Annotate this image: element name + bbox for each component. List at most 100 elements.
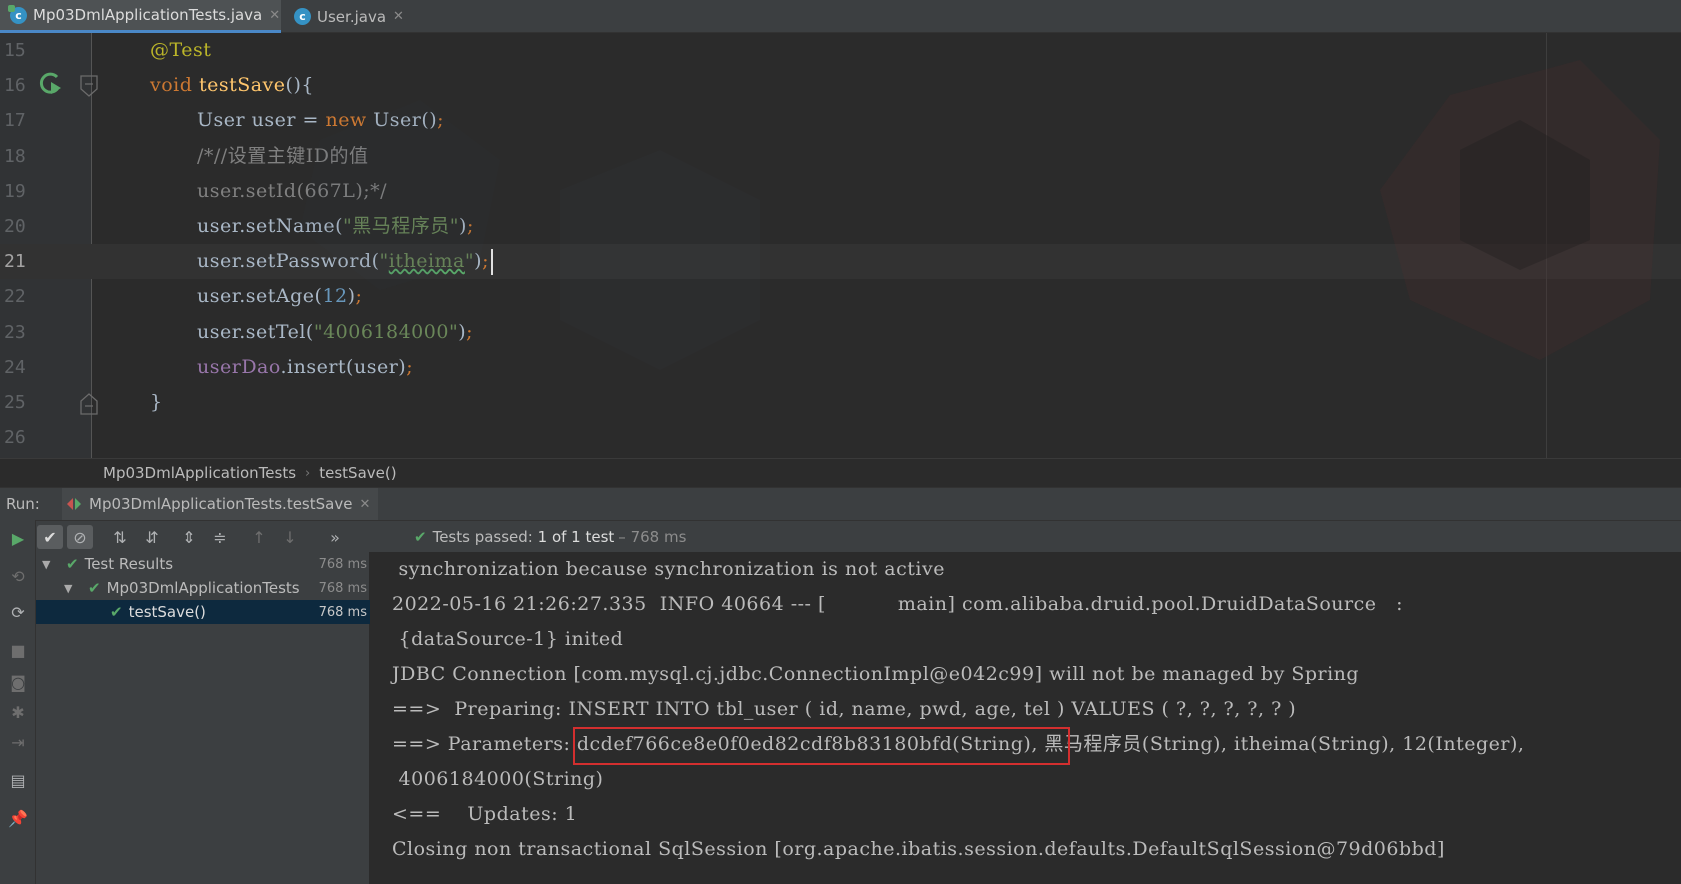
code-token: user.setAge( — [197, 285, 323, 308]
console-line: {dataSource-1} inited — [392, 628, 624, 650]
code-token: " — [464, 250, 475, 273]
stop-icon[interactable]: ■ — [5, 638, 31, 662]
code-text: void testSave(){ — [150, 68, 314, 103]
tree-item-test-results[interactable]: ▼ ✔ Test Results 768 ms — [36, 552, 370, 576]
code-token: @Test — [150, 39, 212, 61]
check-icon: ✔ — [110, 603, 123, 621]
code-token: user.setPassword( — [197, 250, 380, 273]
code-token: ) — [459, 215, 467, 237]
rerun-failed-icon[interactable]: ⟲ — [5, 564, 31, 588]
code-line[interactable]: 26 — [0, 420, 1681, 455]
settings-icon[interactable]: ✱ — [5, 700, 31, 724]
check-icon: ✔ — [66, 555, 79, 573]
code-line[interactable]: 24 userDao.insert(user); — [0, 350, 1681, 385]
code-line[interactable]: 17 User user = new User(); — [0, 103, 1681, 138]
next-failed-icon[interactable]: ↓ — [277, 525, 303, 549]
toggle-auto-test-icon[interactable]: ⟳ — [5, 600, 31, 624]
code-token: ) — [458, 320, 467, 343]
run-tool-window-header: Run: Mp03DmlApplicationTests.testSave ✕ — [0, 487, 1681, 521]
sort-by-duration-icon[interactable]: ⇵ — [139, 525, 165, 549]
code-line[interactable]: 18 /*//设置主键ID的值 — [0, 139, 1681, 174]
code-line[interactable]: 19 user.setId(667L);*/ — [0, 174, 1681, 209]
code-token: ; — [466, 320, 474, 343]
code-token: ) — [474, 250, 483, 273]
run-config-tab[interactable]: Mp03DmlApplicationTests.testSave ✕ — [62, 487, 379, 521]
console-line: 4006184000(String) — [392, 768, 604, 790]
code-line[interactable]: 15 @Test — [0, 33, 1681, 68]
passed-check-icon: ✔ — [414, 528, 427, 546]
run-test-gutter-icon[interactable] — [38, 71, 64, 97]
tree-item-label: Mp03DmlApplicationTests — [106, 579, 300, 597]
show-passed-icon[interactable]: ✔ — [37, 525, 63, 549]
code-line[interactable]: 16 void testSave(){ — [0, 68, 1681, 103]
camera-icon[interactable]: ◙ — [5, 670, 31, 694]
breadcrumb-method[interactable]: testSave() — [319, 464, 396, 482]
run-label: Run: — [6, 495, 40, 513]
code-text: user.setTel("4006184000"); — [197, 315, 473, 350]
previous-failed-icon[interactable]: ↑ — [246, 525, 272, 549]
line-number: 18 — [4, 145, 26, 167]
right-margin-guide — [1546, 33, 1547, 458]
tree-item-test-method[interactable]: ✔ testSave() 768 ms — [36, 600, 370, 624]
run-config-icon — [67, 498, 81, 510]
code-token: .insert(user) — [280, 355, 407, 378]
sort-alphabetically-icon[interactable]: ⇅ — [107, 525, 133, 549]
code-token: " — [379, 250, 389, 273]
line-number: 15 — [4, 40, 26, 61]
fold-end-icon[interactable] — [80, 393, 98, 415]
pin-icon[interactable]: 📌 — [5, 806, 31, 830]
line-number: 24 — [4, 356, 26, 378]
code-text: } — [150, 385, 163, 420]
console-line: Closing non transactional SqlSession [or… — [392, 838, 1445, 860]
tab-user-java[interactable]: c User.java ✕ — [284, 0, 410, 33]
collapse-all-icon[interactable]: ≑ — [207, 525, 233, 549]
code-line[interactable]: 25} — [0, 385, 1681, 420]
line-number: 20 — [4, 216, 26, 237]
code-token: user.setTel( — [197, 320, 314, 343]
text-caret — [490, 249, 493, 276]
more-actions-icon[interactable]: » — [322, 525, 348, 549]
code-token: ; — [437, 109, 445, 132]
breadcrumb-class[interactable]: Mp03DmlApplicationTests — [103, 464, 296, 482]
code-token: User user = — [197, 109, 326, 132]
rerun-icon[interactable]: ▶ — [5, 526, 31, 550]
code-text: /*//设置主键ID的值 — [197, 139, 368, 174]
chevron-down-icon[interactable]: ▼ — [64, 582, 78, 595]
editor-tab-bar: c Mp03DmlApplicationTests.java ✕ c User.… — [0, 0, 1681, 33]
code-token: "黑马程序员" — [343, 215, 460, 237]
expand-all-icon[interactable]: ⇕ — [176, 525, 202, 549]
code-token: void — [150, 74, 199, 97]
fold-method-icon[interactable] — [80, 75, 98, 97]
close-icon[interactable]: ✕ — [393, 9, 404, 24]
tree-item-test-class[interactable]: ▼ ✔ Mp03DmlApplicationTests 768 ms — [36, 576, 370, 600]
code-token: "4006184000" — [313, 320, 459, 343]
java-test-class-icon: c — [8, 4, 27, 24]
test-status: ✔ Tests passed: 1 of 1 test – 768 ms — [414, 521, 686, 553]
tree-item-duration: 768 ms — [318, 556, 367, 572]
status-passed-label: Tests passed: — [432, 528, 533, 546]
chevron-down-icon[interactable]: ▼ — [42, 558, 56, 571]
console-output[interactable]: synchronization because synchronization … — [371, 552, 1681, 884]
code-line[interactable]: 23 user.setTel("4006184000"); — [0, 315, 1681, 350]
line-number: 26 — [4, 427, 26, 449]
console-line: 2022-05-16 21:26:27.335 INFO 40664 --- [… — [392, 593, 1404, 615]
close-icon[interactable]: ✕ — [269, 8, 280, 23]
show-ignored-icon[interactable]: ⊘ — [67, 525, 93, 549]
tree-item-label: Test Results — [84, 555, 174, 573]
code-text: userDao.insert(user); — [197, 350, 413, 385]
export-icon[interactable]: ⇥ — [5, 730, 31, 754]
code-token: ; — [355, 285, 363, 308]
code-line[interactable]: 21 user.setPassword("itheima"); — [0, 244, 1681, 280]
console-line: ==> Parameters: dcdef766ce8e0f0ed82cdf8b… — [392, 733, 1525, 755]
layout-icon[interactable]: ▤ — [5, 768, 31, 792]
line-number: 22 — [4, 286, 26, 308]
code-editor[interactable]: 15 @Test 16 void testSave(){17 User user = n… — [0, 33, 1681, 458]
code-text: user.setId(667L);*/ — [197, 174, 387, 209]
code-token: new — [325, 109, 374, 132]
tab-mp03dmlapplicationtests[interactable]: c Mp03DmlApplicationTests.java ✕ — [0, 0, 281, 33]
code-token: (){ — [285, 74, 314, 97]
close-icon[interactable]: ✕ — [359, 497, 370, 512]
code-token: userDao — [197, 355, 281, 378]
code-line[interactable]: 22 user.setAge(12); — [0, 279, 1681, 314]
code-line[interactable]: 20 user.setName("黑马程序员"); — [0, 209, 1681, 244]
